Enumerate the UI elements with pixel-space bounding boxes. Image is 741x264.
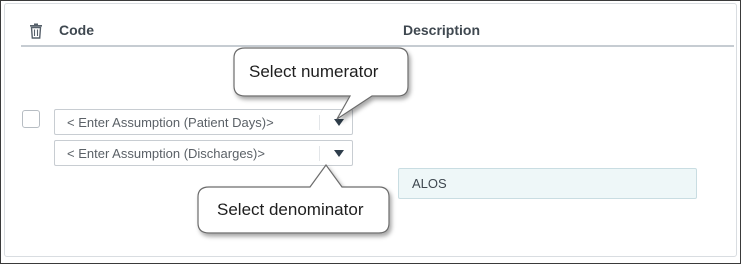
callout-numerator-bubble bbox=[233, 47, 409, 120]
callout-denominator-bubble bbox=[197, 163, 390, 234]
callout-bubbles bbox=[197, 47, 409, 234]
callout-numerator-text: Select numerator bbox=[249, 62, 379, 81]
callout-denominator-text: Select denominator bbox=[217, 200, 364, 219]
